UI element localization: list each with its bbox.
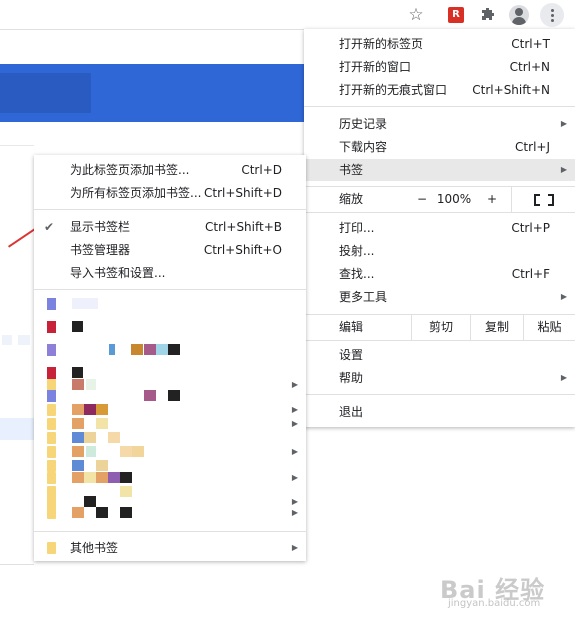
bookmarks-submenu: 为此标签页添加书签... Ctrl+D 为所有标签页添加书签... Ctrl+S… xyxy=(34,155,306,561)
menu-separator xyxy=(304,394,575,395)
menu-item-new-tab[interactable]: 打开新的标签页 Ctrl+T xyxy=(304,33,575,55)
menu-item-history[interactable]: 历史记录 ▶ xyxy=(304,113,575,135)
paste-button[interactable]: 粘贴 xyxy=(524,315,575,340)
bookmark-item[interactable] xyxy=(34,293,306,315)
profile-icon[interactable] xyxy=(508,4,530,26)
menu-item-new-window[interactable]: 打开新的窗口 Ctrl+N xyxy=(304,56,575,78)
zoom-in-button[interactable]: + xyxy=(480,187,504,212)
submenu-arrow-icon: ▶ xyxy=(560,373,567,382)
menu-separator xyxy=(304,340,575,341)
submenu-arrow-icon: ▶ xyxy=(560,165,567,174)
panel-highlight-row xyxy=(0,418,34,440)
menu-item-downloads[interactable]: 下载内容 Ctrl+J xyxy=(304,136,575,158)
menu-item-find[interactable]: 查找... Ctrl+F xyxy=(304,263,575,285)
zoom-level: 100% xyxy=(436,192,472,206)
menu-item-bookmark-this-tab[interactable]: 为此标签页添加书签... Ctrl+D xyxy=(34,159,306,181)
page-side-panel xyxy=(0,145,34,565)
bookmark-item[interactable] xyxy=(34,316,306,338)
favicon-icon xyxy=(47,298,56,310)
menu-item-cast[interactable]: 投射... xyxy=(304,240,575,262)
menu-separator xyxy=(304,106,575,107)
submenu-arrow-icon: ▶ xyxy=(291,543,298,552)
bookmark-item[interactable] xyxy=(34,339,306,361)
menu-item-exit[interactable]: 退出 xyxy=(304,401,575,423)
zoom-row: 缩放 − 100% + xyxy=(304,187,575,212)
menu-item-bookmark-manager[interactable]: 书签管理器 Ctrl+Shift+O xyxy=(34,239,306,261)
chrome-main-menu: 打开新的标签页 Ctrl+T 打开新的窗口 Ctrl+N 打开新的无痕式窗口 C… xyxy=(304,29,575,427)
extension-badge: R xyxy=(448,7,464,23)
star-icon[interactable]: ☆ xyxy=(405,4,427,26)
edit-row: 编辑 剪切 复制 粘贴 xyxy=(304,315,575,340)
menu-item-show-bookmarks-bar[interactable]: ✔ 显示书签栏 Ctrl+Shift+B xyxy=(34,216,306,238)
folder-icon xyxy=(47,507,56,519)
checkmark-icon: ✔ xyxy=(44,220,55,234)
browser-toolbar: ☆ R xyxy=(0,0,575,30)
menu-separator xyxy=(34,531,306,532)
menu-item-settings[interactable]: 设置 xyxy=(304,344,575,366)
zoom-out-button[interactable]: − xyxy=(410,187,434,212)
blurred-content xyxy=(18,335,30,345)
cut-button[interactable]: 剪切 xyxy=(412,315,470,340)
submenu-arrow-icon: ▶ xyxy=(560,119,567,128)
menu-separator xyxy=(34,209,306,210)
menu-separator xyxy=(34,289,306,290)
bookmark-folder[interactable]: ▶ xyxy=(34,502,306,524)
menu-item-import-bookmarks[interactable]: 导入书签和设置... xyxy=(34,262,306,284)
favicon-icon xyxy=(47,321,56,333)
submenu-arrow-icon: ▶ xyxy=(291,508,298,517)
menu-item-print[interactable]: 打印... Ctrl+P xyxy=(304,217,575,239)
baidu-watermark-url: jingyan.baidu.com xyxy=(448,598,541,609)
menu-item-help[interactable]: 帮助 ▶ xyxy=(304,367,575,389)
folder-icon xyxy=(47,542,56,554)
puzzle-icon[interactable] xyxy=(477,4,499,26)
menu-item-new-incognito[interactable]: 打开新的无痕式窗口 Ctrl+Shift+N xyxy=(304,79,575,101)
page-header-banner xyxy=(0,64,304,122)
kebab-menu-icon[interactable] xyxy=(540,3,564,27)
menu-item-more-tools[interactable]: 更多工具 ▶ xyxy=(304,286,575,308)
extension-icon[interactable]: R xyxy=(445,4,467,26)
menu-separator xyxy=(304,212,575,213)
menu-item-bookmarks[interactable]: 书签 ▶ xyxy=(304,159,575,181)
submenu-arrow-icon: ▶ xyxy=(560,292,567,301)
menu-item-bookmark-all-tabs[interactable]: 为所有标签页添加书签... Ctrl+Shift+D xyxy=(34,182,306,204)
fullscreen-icon[interactable] xyxy=(534,194,554,206)
menu-item-other-bookmarks[interactable]: 其他书签 ▶ xyxy=(34,537,306,559)
favicon-icon xyxy=(47,344,56,356)
copy-button[interactable]: 复制 xyxy=(471,315,523,340)
blurred-content xyxy=(2,335,12,345)
